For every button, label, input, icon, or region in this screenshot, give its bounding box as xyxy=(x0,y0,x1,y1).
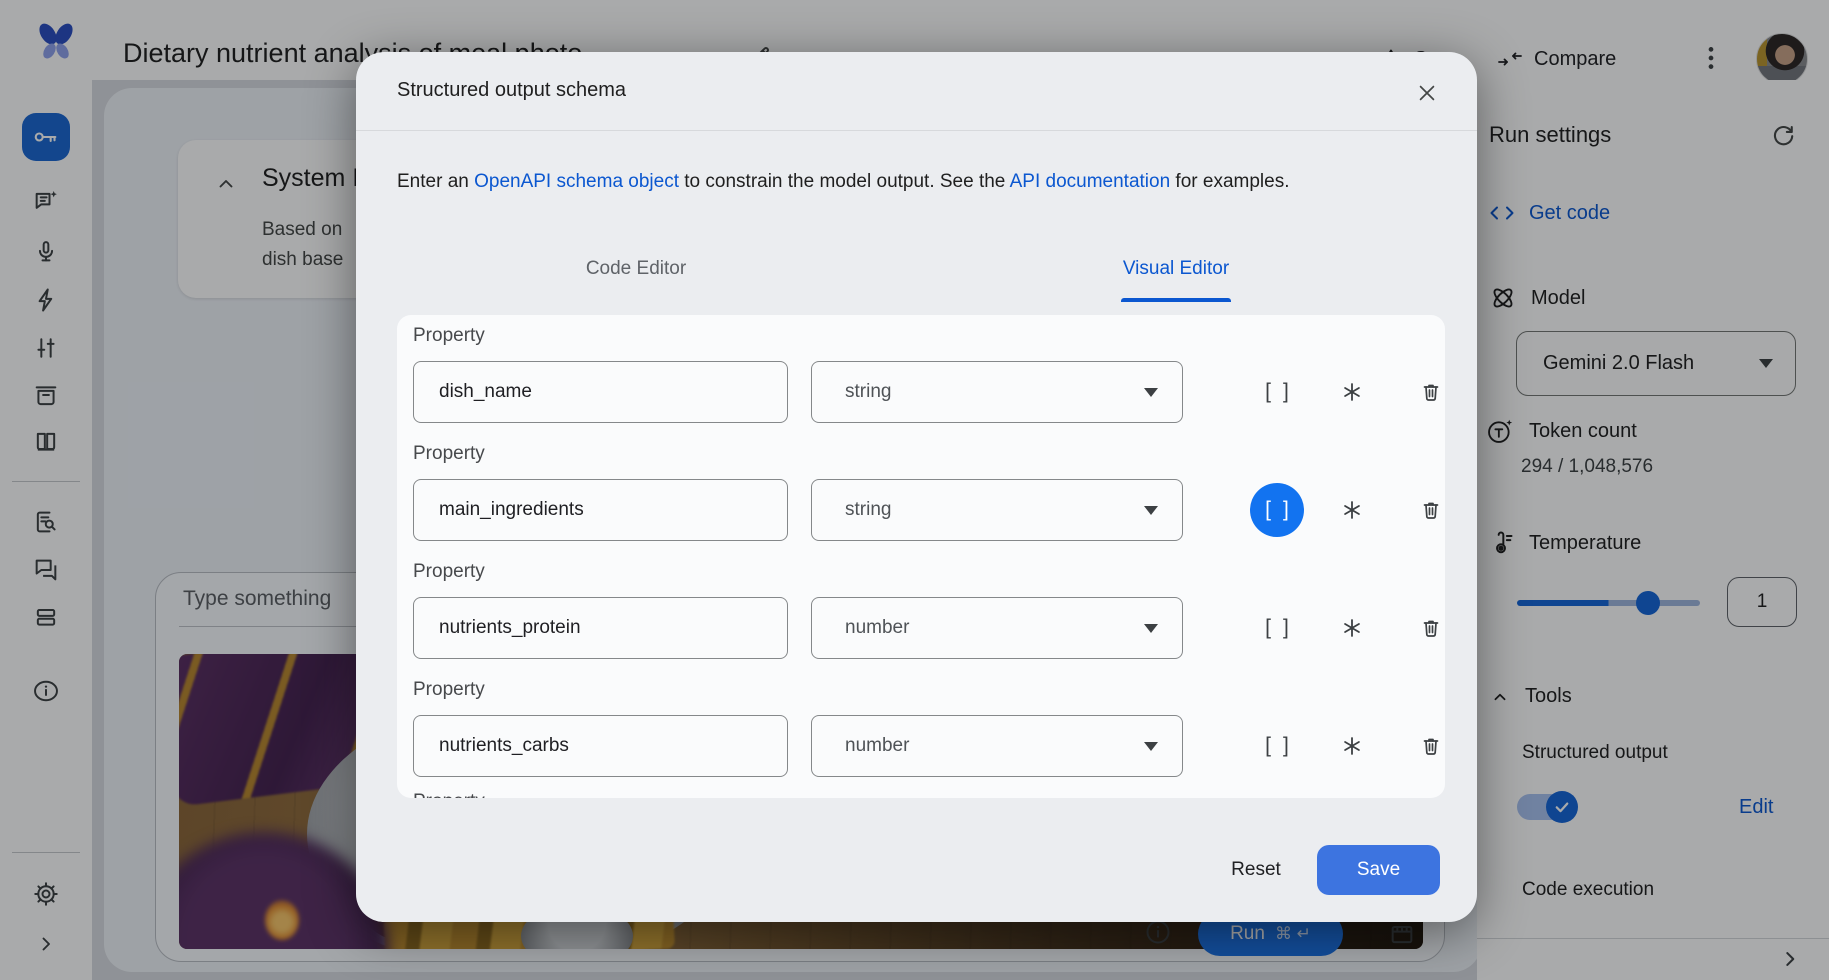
visual-editor-panel: Property dish_name string [] xyxy=(397,315,1445,798)
dialog-description: Enter an OpenAPI schema object to constr… xyxy=(397,171,1289,193)
delete-trash-icon[interactable] xyxy=(1404,483,1445,537)
reset-button[interactable]: Reset xyxy=(1201,845,1311,895)
tab-code-editor[interactable]: Code Editor xyxy=(536,258,736,280)
property-name-input[interactable]: nutrients_protein xyxy=(413,597,788,659)
property-type-select[interactable]: string xyxy=(811,361,1183,423)
property-label: Property xyxy=(413,325,485,347)
property-type-select[interactable]: number xyxy=(811,597,1183,659)
chevron-down-icon xyxy=(1144,388,1158,397)
dialog-save-button[interactable]: Save xyxy=(1317,845,1440,895)
property-label: Property xyxy=(413,561,485,583)
property-row: nutrients_protein number [] xyxy=(397,597,1445,659)
tab-visual-editor[interactable]: Visual Editor xyxy=(1076,258,1276,280)
chevron-down-icon xyxy=(1144,742,1158,751)
dialog-title: Structured output schema xyxy=(397,79,626,102)
required-asterisk-button[interactable] xyxy=(1325,719,1379,773)
required-asterisk-button[interactable] xyxy=(1325,365,1379,419)
delete-trash-icon[interactable] xyxy=(1404,365,1445,419)
property-row: dish_name string [] xyxy=(397,361,1445,423)
property-label: Property xyxy=(413,443,485,465)
openapi-schema-link[interactable]: OpenAPI schema object xyxy=(474,171,679,192)
close-icon[interactable] xyxy=(1409,75,1445,111)
property-type-select[interactable]: string xyxy=(811,479,1183,541)
array-brackets-button[interactable]: [] xyxy=(1250,601,1304,655)
required-asterisk-button[interactable] xyxy=(1325,601,1379,655)
structured-output-schema-dialog: Structured output schema Enter an OpenAP… xyxy=(356,52,1477,922)
property-name-input[interactable]: dish_name xyxy=(413,361,788,423)
active-tab-indicator xyxy=(1121,298,1231,302)
array-brackets-button[interactable]: [] xyxy=(1250,365,1304,419)
delete-trash-icon[interactable] xyxy=(1404,601,1445,655)
chevron-down-icon xyxy=(1144,506,1158,515)
property-name-input[interactable]: main_ingredients xyxy=(413,479,788,541)
array-brackets-button[interactable]: [] xyxy=(1250,719,1304,773)
chevron-down-icon xyxy=(1144,624,1158,633)
property-label: Property xyxy=(413,679,485,701)
property-label: Property xyxy=(413,791,485,798)
property-row: main_ingredients string [] xyxy=(397,479,1445,541)
api-documentation-link[interactable]: API documentation xyxy=(1010,171,1171,192)
property-row: nutrients_carbs number [] xyxy=(397,715,1445,777)
required-asterisk-button[interactable] xyxy=(1325,483,1379,537)
array-brackets-button-active[interactable]: [] xyxy=(1250,483,1304,537)
property-name-input[interactable]: nutrients_carbs xyxy=(413,715,788,777)
property-type-select[interactable]: number xyxy=(811,715,1183,777)
delete-trash-icon[interactable] xyxy=(1404,719,1445,773)
divider xyxy=(356,130,1477,131)
